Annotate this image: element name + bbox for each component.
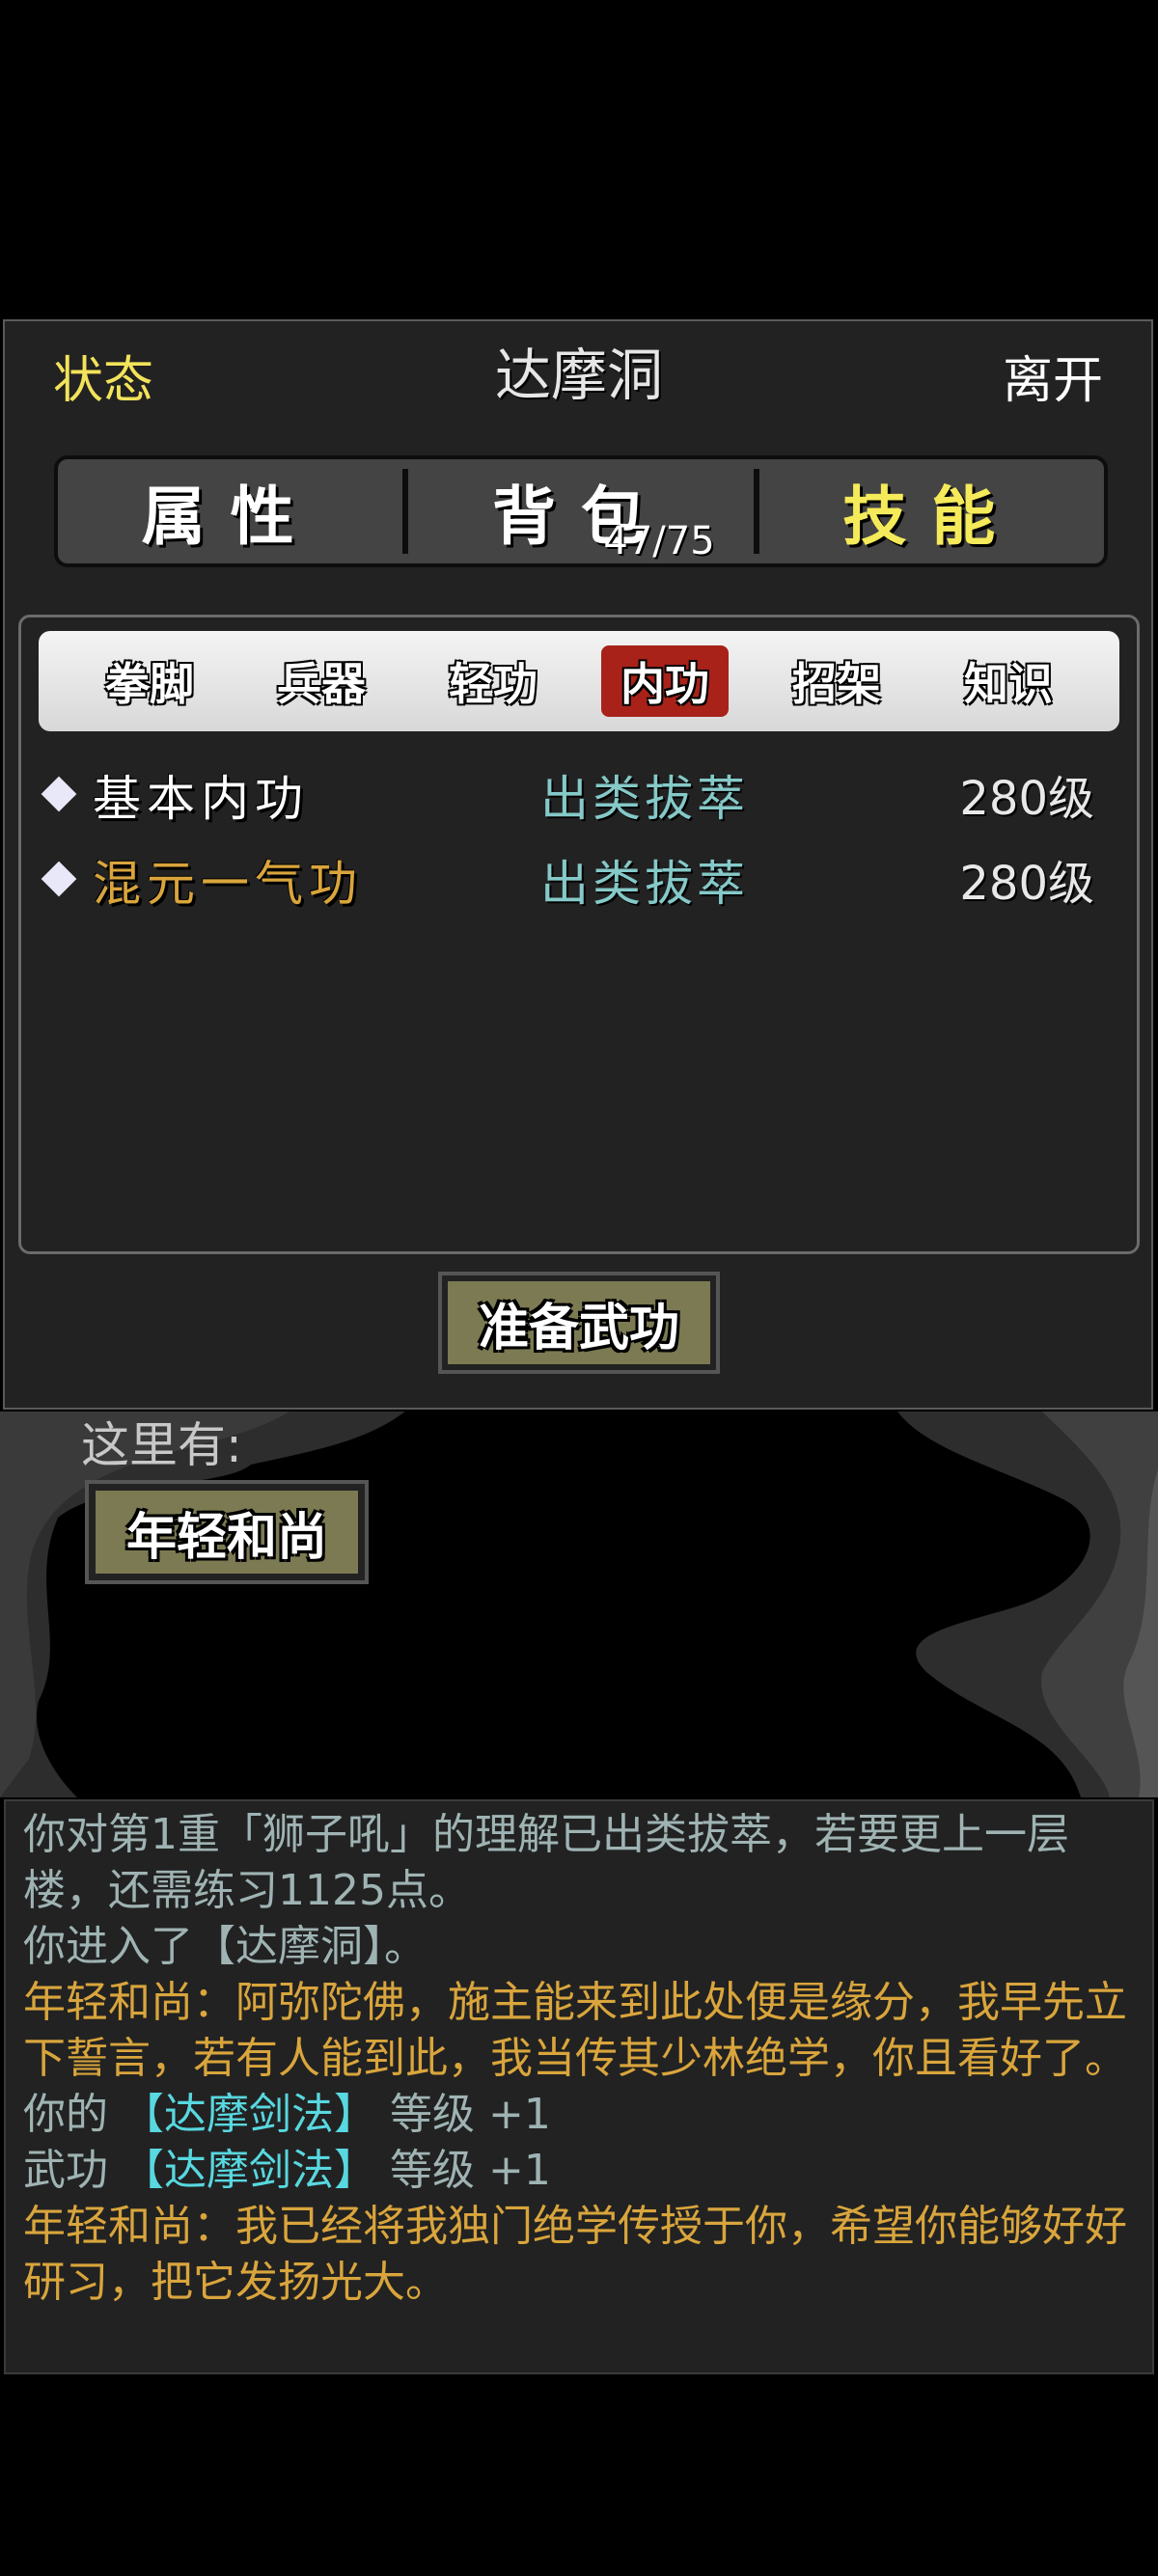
subtab-internal[interactable]: 内功 (601, 645, 729, 717)
skill-row[interactable]: 基本内功 出类拔萃 280级 (39, 760, 1119, 828)
tab-skills[interactable]: 技能 (759, 459, 1104, 563)
subtab-lightness[interactable]: 轻功 (429, 645, 557, 717)
log-text: 你对第1重「狮子吼」的理解已出类拔萃，若要更上一层楼，还需练习1125点。 (23, 1810, 1069, 1915)
log-line: 你的 【达摩剑法】 等级 +1 (23, 2087, 1135, 2143)
npc-young-monk-button[interactable]: 年轻和尚 (85, 1480, 369, 1584)
tab-backpack[interactable]: 背包 47/75 (408, 459, 753, 563)
skill-category-tabs: 拳脚 兵器 轻功 内功 招架 知识 (39, 631, 1119, 731)
tab-label: 属性 (141, 480, 319, 554)
log-text: 武功 (23, 2146, 122, 2195)
skill-grade: 280级 (959, 772, 1094, 826)
log-line: 年轻和尚：我已经将我独门绝学传授于你，希望你能够好好研习，把它发扬光大。 (23, 2199, 1135, 2311)
log-skill-link: 【达摩剑法】 (122, 2146, 376, 2195)
tab-label: 技能 (842, 480, 1021, 554)
npc-name: 年轻和尚 (96, 1491, 358, 1574)
log-line: 你进入了【达摩洞】。 (23, 1919, 1135, 1975)
main-tabs: 属性 背包 47/75 技能 (54, 455, 1108, 567)
here-label: 这里有: (81, 1417, 242, 1473)
log-line: 武功 【达摩剑法】 等级 +1 (23, 2143, 1135, 2199)
subtab-fist[interactable]: 拳脚 (86, 645, 213, 717)
diamond-icon (41, 861, 77, 897)
skill-proficiency: 出类拔萃 (540, 771, 749, 827)
skill-grade: 280级 (959, 857, 1094, 911)
backpack-count: 47/75 (603, 519, 715, 563)
subtab-weapon[interactable]: 兵器 (258, 645, 385, 717)
skill-row[interactable]: 混元一气功 出类拔萃 280级 (39, 845, 1119, 913)
leave-button[interactable]: 离开 (1003, 340, 1103, 412)
log-text: 等级 +1 (376, 2146, 551, 2195)
log-line: 年轻和尚：阿弥陀佛，施主能来到此处便是缘分，我早先立下誓言，若有人能到此，我当传… (23, 1975, 1135, 2087)
log-text: 年轻和尚：阿弥陀佛，施主能来到此处便是缘分，我早先立下誓言，若有人能到此，我当传… (23, 1978, 1127, 2083)
subtab-knowledge[interactable]: 知识 (945, 645, 1072, 717)
message-log: 你对第1重「狮子吼」的理解已出类拔萃，若要更上一层楼，还需练习1125点。你进入… (4, 1799, 1154, 2374)
log-text: 你的 (23, 2090, 122, 2139)
prepare-skill-label: 准备武功 (448, 1281, 710, 1364)
skill-name: 混元一气功 (93, 856, 363, 912)
tab-attributes[interactable]: 属性 (58, 459, 402, 563)
log-text: 你进入了【达摩洞】。 (23, 1922, 427, 1971)
log-text: 年轻和尚：我已经将我独门绝学传授于你，希望你能够好好研习，把它发扬光大。 (23, 2202, 1127, 2307)
prepare-skill-button[interactable]: 准备武功 (438, 1272, 720, 1374)
log-skill-link: 【达摩剑法】 (122, 2090, 376, 2139)
subtab-parry[interactable]: 招架 (773, 645, 900, 717)
log-text: 等级 +1 (376, 2090, 551, 2139)
skill-proficiency: 出类拔萃 (540, 856, 749, 912)
location-title: 达摩洞 (494, 343, 663, 408)
diamond-icon (41, 776, 77, 812)
log-line: 你对第1重「狮子吼」的理解已出类拔萃，若要更上一层楼，还需练习1125点。 (23, 1807, 1135, 1919)
skill-name: 基本内功 (93, 771, 309, 827)
